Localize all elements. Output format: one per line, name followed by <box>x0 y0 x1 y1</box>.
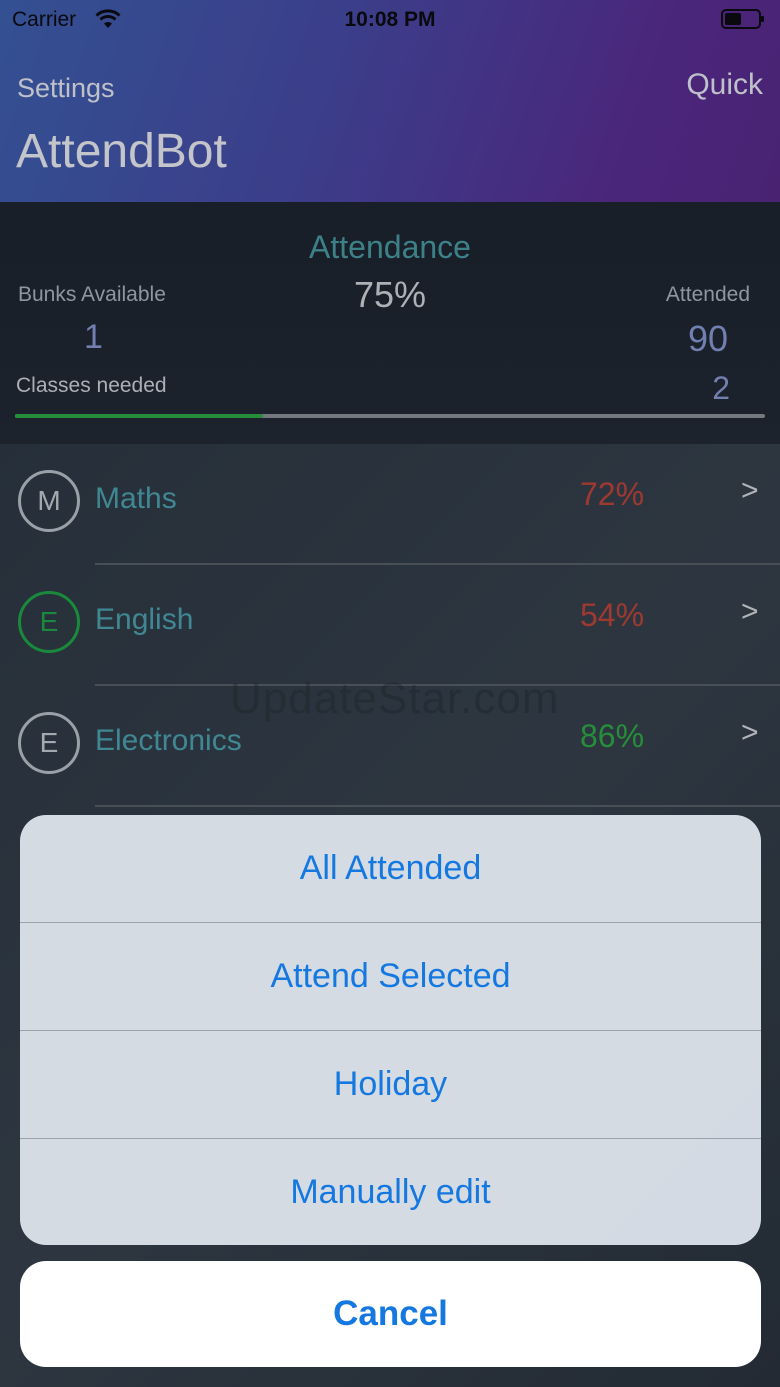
cancel-button[interactable]: Cancel <box>20 1261 761 1367</box>
all-attended-button[interactable]: All Attended <box>20 815 761 922</box>
attend-selected-button[interactable]: Attend Selected <box>20 923 761 1030</box>
holiday-button[interactable]: Holiday <box>20 1031 761 1138</box>
manually-edit-button[interactable]: Manually edit <box>20 1139 761 1245</box>
action-sheet: All Attended Attend Selected Holiday Man… <box>20 815 761 1245</box>
